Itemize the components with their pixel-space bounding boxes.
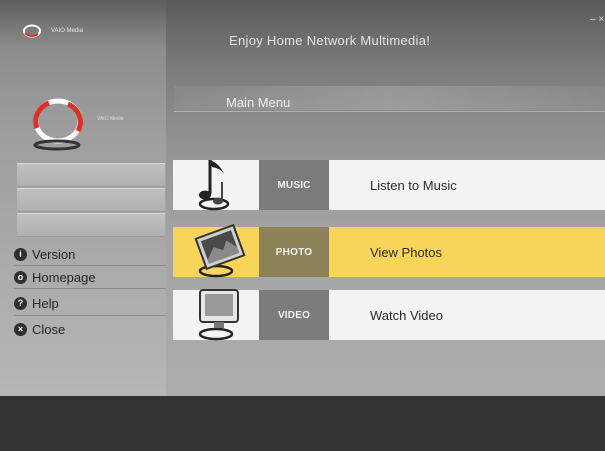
app-logo-icon: [23, 24, 41, 38]
section-title: Main Menu: [226, 95, 291, 110]
window-controls[interactable]: – ×: [590, 14, 604, 25]
close-label: Close: [32, 321, 66, 337]
version-link[interactable]: i Version: [14, 244, 75, 264]
music-note-icon: [198, 160, 230, 211]
divider: [174, 111, 605, 112]
home-icon: o: [14, 270, 27, 284]
sidebar-blank-slot: [17, 188, 165, 212]
close-link[interactable]: × Close: [14, 319, 65, 339]
vaio-logo-icon: [33, 98, 83, 151]
monitor-icon: [198, 289, 239, 341]
music-tag: MUSIC: [259, 160, 329, 210]
vaio-media-window: VAIO Media VAIO Media i Version o Homepa…: [0, 0, 605, 451]
close-icon: ×: [14, 322, 27, 336]
music-label: Listen to Music: [370, 177, 457, 193]
help-link[interactable]: ? Help: [14, 293, 59, 313]
video-tag: VIDEO: [259, 290, 329, 340]
divider: [14, 288, 166, 289]
menu-item-music[interactable]: MUSIC Listen to Music: [173, 160, 605, 211]
divider: [14, 315, 166, 316]
app-name-large: VAIO Media: [97, 116, 124, 122]
sidebar: VAIO Media VAIO Media i Version o Homepa…: [0, 0, 166, 396]
menu-item-video[interactable]: VIDEO Watch Video: [173, 289, 605, 341]
bottom-bar: [0, 396, 605, 451]
sidebar-blank-slot: [17, 163, 165, 187]
video-label: Watch Video: [370, 307, 443, 323]
photo-tag: PHOTO: [259, 227, 329, 277]
photo-icon: [194, 223, 246, 278]
menu-item-photo[interactable]: PHOTO View Photos: [173, 223, 605, 278]
window-title: Enjoy Home Network Multimedia!: [229, 33, 431, 48]
homepage-label: Homepage: [32, 269, 96, 285]
help-label: Help: [32, 295, 59, 311]
sidebar-blank-slot: [17, 213, 165, 237]
main-panel: Enjoy Home Network Multimedia! – × Main …: [166, 0, 605, 396]
photo-label: View Photos: [370, 244, 443, 260]
homepage-link[interactable]: o Homepage: [14, 267, 96, 287]
divider: [14, 265, 166, 266]
help-icon: ?: [14, 296, 27, 310]
info-icon: i: [14, 247, 27, 261]
app-name-small: VAIO Media: [51, 28, 83, 34]
version-label: Version: [32, 246, 76, 262]
